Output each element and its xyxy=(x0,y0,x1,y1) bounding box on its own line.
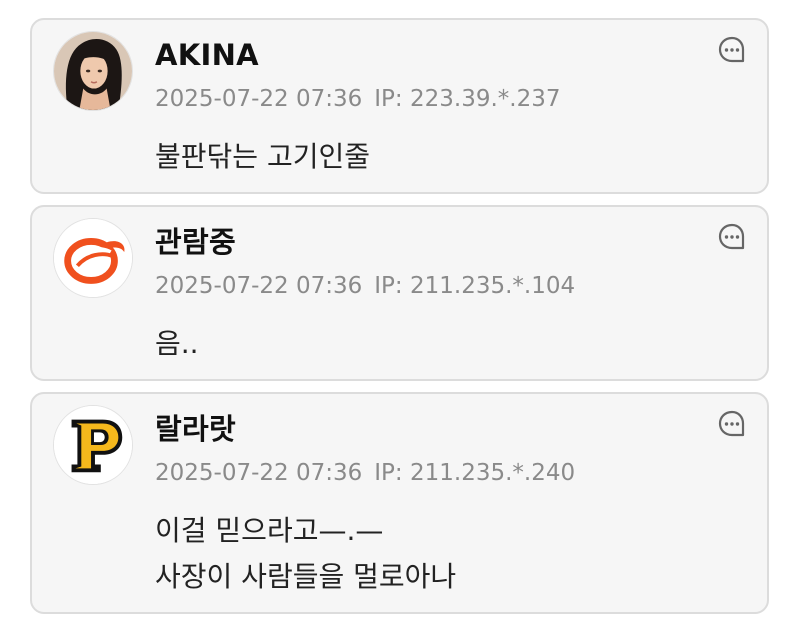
comment-ip: IP: 211.235.*.240 xyxy=(374,460,576,486)
comment-line: 사장이 사람들을 멀로아나 xyxy=(155,560,457,593)
comment-datetime: 2025-07-22 07:36 xyxy=(155,86,363,112)
comment-ip: IP: 223.39.*.237 xyxy=(374,86,561,112)
comment-line: 음.. xyxy=(155,327,199,360)
comment-card: 관람중 2025-07-22 07:36 IP: 211.235.*.104 음.… xyxy=(30,205,769,381)
comment-line: 이걸 믿으라고—.— xyxy=(155,514,384,547)
profile-photo-icon xyxy=(54,32,132,110)
reply-button[interactable] xyxy=(717,35,747,65)
comment-meta: 2025-07-22 07:36 IP: 223.39.*.237 xyxy=(155,84,560,114)
comment-ip: IP: 211.235.*.104 xyxy=(374,273,576,299)
avatar[interactable] xyxy=(53,405,133,485)
comment-meta: 2025-07-22 07:36 IP: 211.235.*.240 xyxy=(155,458,575,488)
comment-author[interactable]: AKINA xyxy=(155,37,259,73)
speech-bubble-icon xyxy=(718,223,745,250)
comment-datetime: 2025-07-22 07:36 xyxy=(155,460,363,486)
avatar[interactable] xyxy=(53,31,133,111)
comment-card: 랄라랏 2025-07-22 07:36 IP: 211.235.*.240 이걸… xyxy=(30,392,769,614)
pittsburgh-p-logo-icon xyxy=(54,406,132,484)
avatar[interactable] xyxy=(53,218,133,298)
comment-body: 이걸 믿으라고—.— 사장이 사람들을 멀로아나 xyxy=(155,508,456,600)
comment-line: 불판닦는 고기인줄 xyxy=(155,140,370,173)
orange-swirl-logo-icon xyxy=(54,219,132,297)
comment-author[interactable]: 관람중 xyxy=(155,224,236,260)
comment-card: AKINA 2025-07-22 07:36 IP: 223.39.*.237 불… xyxy=(30,18,769,194)
reply-button[interactable] xyxy=(717,409,747,439)
comment-body: 불판닦는 고기인줄 xyxy=(155,134,370,180)
speech-bubble-icon xyxy=(718,36,745,63)
comment-meta: 2025-07-22 07:36 IP: 211.235.*.104 xyxy=(155,271,575,301)
comment-author[interactable]: 랄라랏 xyxy=(155,411,236,447)
reply-button[interactable] xyxy=(717,222,747,252)
speech-bubble-icon xyxy=(718,410,745,437)
comment-datetime: 2025-07-22 07:36 xyxy=(155,273,363,299)
comment-body: 음.. xyxy=(155,321,199,367)
